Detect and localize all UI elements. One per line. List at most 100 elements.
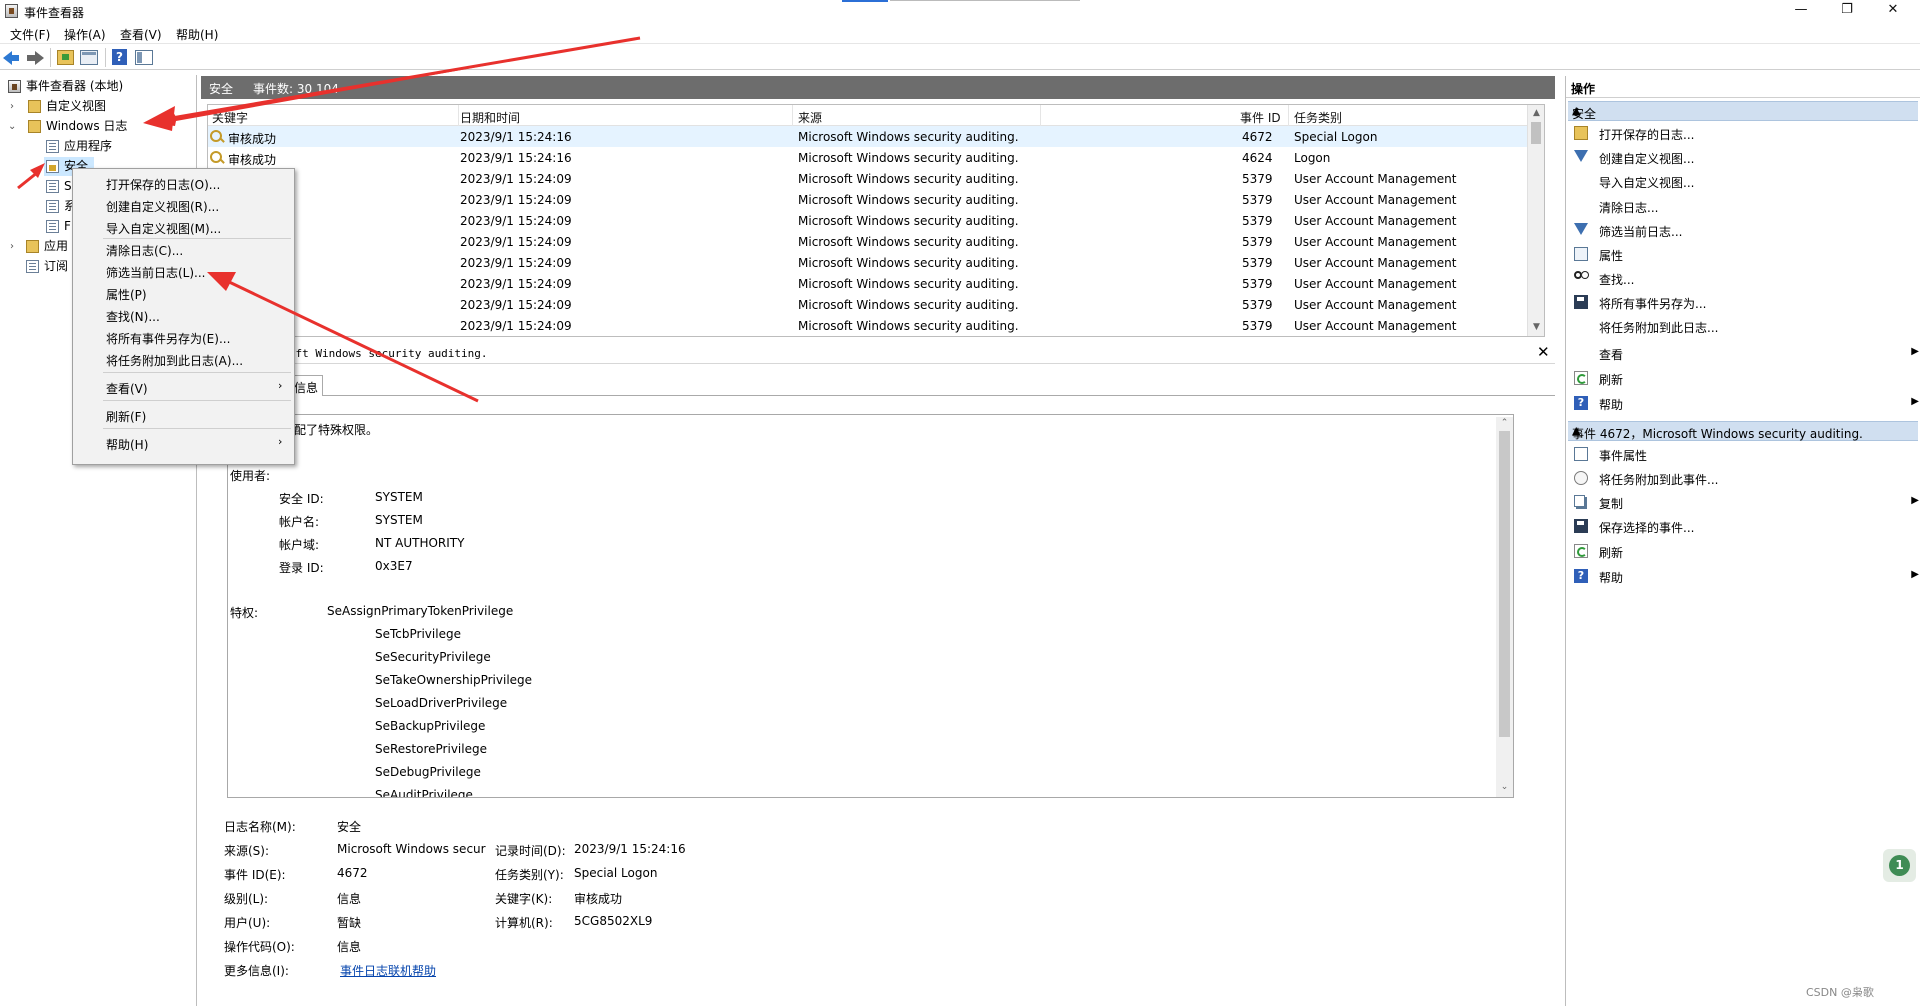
cell-datetime: 2023/9/1 15:24:16 — [460, 130, 572, 144]
close-button[interactable]: ✕ — [1870, 0, 1916, 22]
column-divider[interactable] — [1040, 105, 1041, 126]
table-row[interactable]: 2023/9/1 15:24:09 Microsoft Windows secur… — [208, 210, 1538, 231]
action-item[interactable]: 将所有事件另存为... — [1569, 292, 1919, 312]
scroll-up-icon[interactable]: ▲ — [1528, 105, 1544, 122]
open-folder-icon[interactable] — [57, 50, 74, 65]
action-item[interactable]: 事件属性 — [1569, 444, 1919, 464]
column-divider[interactable] — [1288, 105, 1289, 126]
action-item[interactable]: ? 帮助 ▶ — [1569, 393, 1919, 413]
context-menu-item[interactable]: 导入自定义视图(M)... — [74, 216, 293, 237]
online-help-link[interactable]: 事件日志联机帮助 — [340, 962, 436, 979]
context-menu-item[interactable]: 属性(P) — [74, 282, 293, 303]
table-row[interactable]: 2023/9/1 15:24:09 Microsoft Windows secur… — [208, 189, 1538, 210]
scrollbar-thumb[interactable] — [1499, 431, 1510, 737]
message-scrollbar[interactable]: ⌃ ⌄ — [1496, 417, 1513, 797]
notification-badge[interactable]: 1 — [1883, 849, 1916, 882]
menu-action[interactable]: 操作(A) — [64, 26, 106, 43]
action-item[interactable]: 创建自定义视图... — [1569, 147, 1919, 167]
maximize-button[interactable]: ❐ — [1824, 0, 1870, 22]
actions-section-security[interactable]: 安全 ▲ — [1568, 101, 1918, 121]
expand-chevron-icon[interactable]: › — [10, 237, 20, 256]
action-item[interactable]: 筛选当前日志... — [1569, 220, 1919, 240]
context-menu-item[interactable]: 打开保存的日志(O)... — [74, 172, 293, 193]
action-item[interactable]: 将任务附加到此日志... — [1569, 316, 1919, 336]
menu-help[interactable]: 帮助(H) — [176, 26, 218, 43]
action-item[interactable]: 复制 ▶ — [1569, 492, 1919, 512]
properties-icon[interactable] — [80, 50, 98, 65]
context-menu-item[interactable]: 查找(N)... — [74, 304, 293, 325]
table-row[interactable]: 2023/9/1 15:24:09 Microsoft Windows secur… — [208, 252, 1538, 273]
table-row[interactable]: 2023/9/1 15:24:09 Microsoft Windows secur… — [208, 315, 1538, 336]
back-arrow-icon[interactable] — [3, 49, 21, 66]
collapse-caret-icon[interactable]: ▲ — [1572, 424, 1912, 437]
forward-arrow-icon[interactable] — [26, 49, 44, 66]
tree-root[interactable]: 事件查看器 (本地) — [8, 77, 193, 96]
help-icon: ? — [1574, 569, 1588, 583]
field-source-label: 来源(S): — [224, 844, 270, 858]
context-menu-item[interactable]: 帮助(H) › — [74, 432, 293, 453]
action-item[interactable]: ? 帮助 ▶ — [1569, 566, 1919, 586]
tree-windows-logs[interactable]: ⌄ Windows 日志 — [8, 117, 193, 136]
cell-datetime: 2023/9/1 15:24:09 — [460, 214, 572, 228]
action-label: 将任务附加到此事件... — [1599, 473, 1719, 487]
show-pane-icon[interactable] — [135, 50, 153, 65]
action-label: 帮助 — [1599, 571, 1624, 585]
tree-application-log[interactable]: 应用程序 — [46, 137, 193, 156]
close-detail-icon[interactable]: ✕ — [1537, 343, 1550, 361]
scroll-up-icon[interactable]: ⌃ — [1496, 415, 1513, 432]
action-item[interactable]: 导入自定义视图... — [1569, 171, 1919, 191]
expand-chevron-icon[interactable]: › — [10, 97, 20, 116]
column-divider[interactable] — [792, 105, 793, 126]
context-menu-item[interactable]: 创建自定义视图(R)... — [74, 194, 293, 215]
action-item[interactable]: 属性 — [1569, 244, 1919, 264]
table-row[interactable]: 2023/9/1 15:24:09 Microsoft Windows secur… — [208, 273, 1538, 294]
action-item[interactable]: 将任务附加到此事件... — [1569, 468, 1919, 488]
scroll-down-icon[interactable]: ⌄ — [1496, 779, 1513, 796]
menu-file[interactable]: 文件(F) — [10, 26, 50, 43]
col-task-category[interactable]: 任务类别 — [1294, 109, 1342, 126]
col-source[interactable]: 来源 — [798, 109, 822, 126]
minimize-button[interactable]: — — [1778, 0, 1824, 22]
context-menu-item[interactable]: 清除日志(C)... — [74, 238, 293, 259]
field-level-value: 信息 — [337, 892, 362, 906]
context-menu-item[interactable]: 将所有事件另存为(E)... — [74, 326, 293, 347]
actions-title: 操作 — [1571, 82, 1596, 96]
event-message-box[interactable]: 配了特殊权限。 使用者: 安全 ID: SYSTEM 帐户名: SYSTEM 帐… — [227, 414, 1514, 798]
message-privileges-label: 特权: — [230, 606, 259, 620]
action-label: 事件属性 — [1599, 449, 1648, 463]
context-menu-item[interactable]: 将任务附加到此日志(A)... — [74, 348, 293, 369]
table-row[interactable]: 审核成功 2023/9/1 15:24:16 Microsoft Windows s… — [208, 147, 1538, 168]
action-item[interactable]: 清除日志... — [1569, 196, 1919, 216]
col-event-id[interactable]: 事件 ID — [1240, 109, 1281, 126]
context-menu-item[interactable]: 查看(V) › — [74, 376, 293, 397]
action-item[interactable]: 查找... — [1569, 268, 1919, 288]
collapse-caret-icon[interactable]: ▲ — [1572, 104, 1912, 117]
tree-subscriptions-label: 订阅 — [44, 259, 69, 273]
action-item[interactable]: 查看 ▶ — [1569, 343, 1919, 363]
table-row[interactable]: 2023/9/1 15:24:09 Microsoft Windows secur… — [208, 294, 1538, 315]
events-scrollbar[interactable]: ▲ ▼ — [1527, 105, 1544, 336]
action-item[interactable]: 刷新 — [1569, 368, 1919, 388]
action-item[interactable]: 刷新 — [1569, 541, 1919, 561]
context-menu-item[interactable]: 刷新(F) — [74, 404, 293, 425]
collapse-chevron-icon[interactable]: ⌄ — [8, 117, 18, 136]
tree-apps-services[interactable]: › 应用 — [10, 237, 80, 256]
action-item[interactable]: 打开保存的日志... — [1569, 123, 1919, 143]
help-icon[interactable]: ? — [112, 49, 127, 65]
scrollbar-thumb[interactable] — [1531, 122, 1541, 144]
scroll-down-icon[interactable]: ▼ — [1528, 319, 1544, 336]
field-task-value: Special Logon — [574, 866, 658, 880]
col-keywords[interactable]: 关键字 — [212, 109, 248, 126]
action-item[interactable]: 保存选择的事件... — [1569, 516, 1919, 536]
menu-view[interactable]: 查看(V) — [120, 26, 162, 43]
actions-section-event[interactable]: 事件 4672，Microsoft Windows security audit… — [1568, 421, 1918, 441]
cell-event-id: 5379 — [1242, 235, 1273, 249]
column-divider[interactable] — [458, 105, 459, 126]
context-menu-item[interactable]: 筛选当前日志(L)... — [74, 260, 293, 281]
tree-custom-views[interactable]: › 自定义视图 — [10, 97, 193, 116]
table-row[interactable]: 2023/9/1 15:24:09 Microsoft Windows secur… — [208, 231, 1538, 252]
cell-datetime: 2023/9/1 15:24:09 — [460, 277, 572, 291]
col-datetime[interactable]: 日期和时间 — [460, 109, 520, 126]
table-row[interactable]: 审核成功 2023/9/1 15:24:16 Microsoft Windows s… — [208, 126, 1538, 147]
table-row[interactable]: 2023/9/1 15:24:09 Microsoft Windows secur… — [208, 168, 1538, 189]
